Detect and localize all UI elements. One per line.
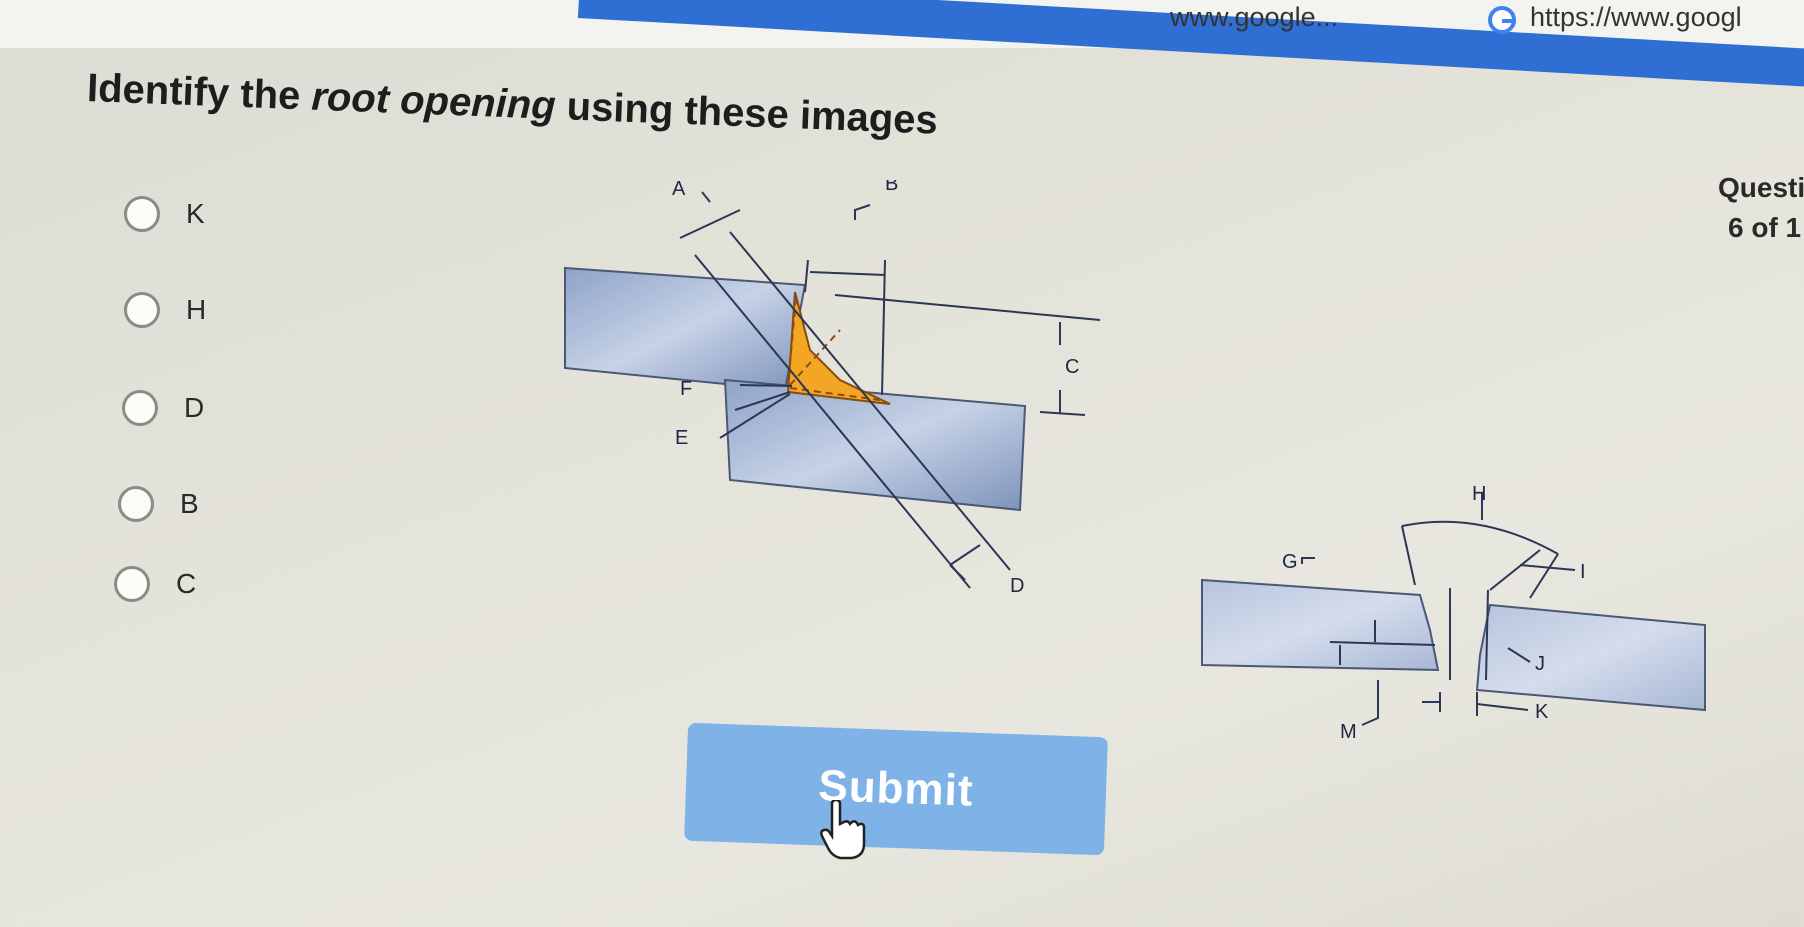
question-text: Identify the root opening using these im… <box>86 66 939 143</box>
option-h[interactable]: H <box>124 292 206 328</box>
radio-button[interactable] <box>122 390 158 426</box>
submit-button[interactable]: Submit <box>684 722 1108 856</box>
option-label: K <box>186 198 205 229</box>
label-k: K <box>1535 701 1549 723</box>
right-plate <box>1475 603 1706 712</box>
option-label: C <box>176 568 197 599</box>
label-m: M <box>1340 721 1357 743</box>
radio-button[interactable] <box>124 196 160 232</box>
tab-google-url[interactable]: https://www.googl <box>1530 2 1742 33</box>
question-progress-count: 6 of 1 <box>1728 212 1802 243</box>
option-c[interactable]: C <box>114 566 196 602</box>
radio-button[interactable] <box>124 292 160 328</box>
label-e: E <box>675 427 688 449</box>
left-plate <box>1201 578 1440 672</box>
label-d: D <box>1010 575 1024 597</box>
label-a: A <box>672 180 686 200</box>
fillet-weld-diagram: A B C F E D <box>564 180 1101 597</box>
option-k[interactable]: K <box>124 196 205 232</box>
label-f: F <box>680 378 692 400</box>
option-label: B <box>180 488 199 519</box>
tab-google-short[interactable]: www.google... <box>1170 2 1338 33</box>
label-b: B <box>885 180 898 195</box>
label-j: J <box>1535 653 1545 675</box>
radio-button[interactable] <box>114 566 150 602</box>
radio-button[interactable] <box>118 486 154 522</box>
label-c: C <box>1065 356 1079 378</box>
label-h: H <box>1472 483 1486 505</box>
option-d[interactable]: D <box>122 390 204 426</box>
option-label: H <box>186 294 207 325</box>
hand-cursor-icon <box>820 800 866 860</box>
question-progress-label: Questi <box>1718 172 1804 203</box>
label-i: I <box>1580 561 1586 583</box>
upper-plate <box>564 266 807 392</box>
google-icon <box>1488 6 1516 34</box>
label-g: G <box>1282 551 1298 573</box>
groove-weld-diagram: H G I J K M <box>1201 483 1706 743</box>
option-b[interactable]: B <box>118 486 199 522</box>
option-label: D <box>184 392 205 423</box>
